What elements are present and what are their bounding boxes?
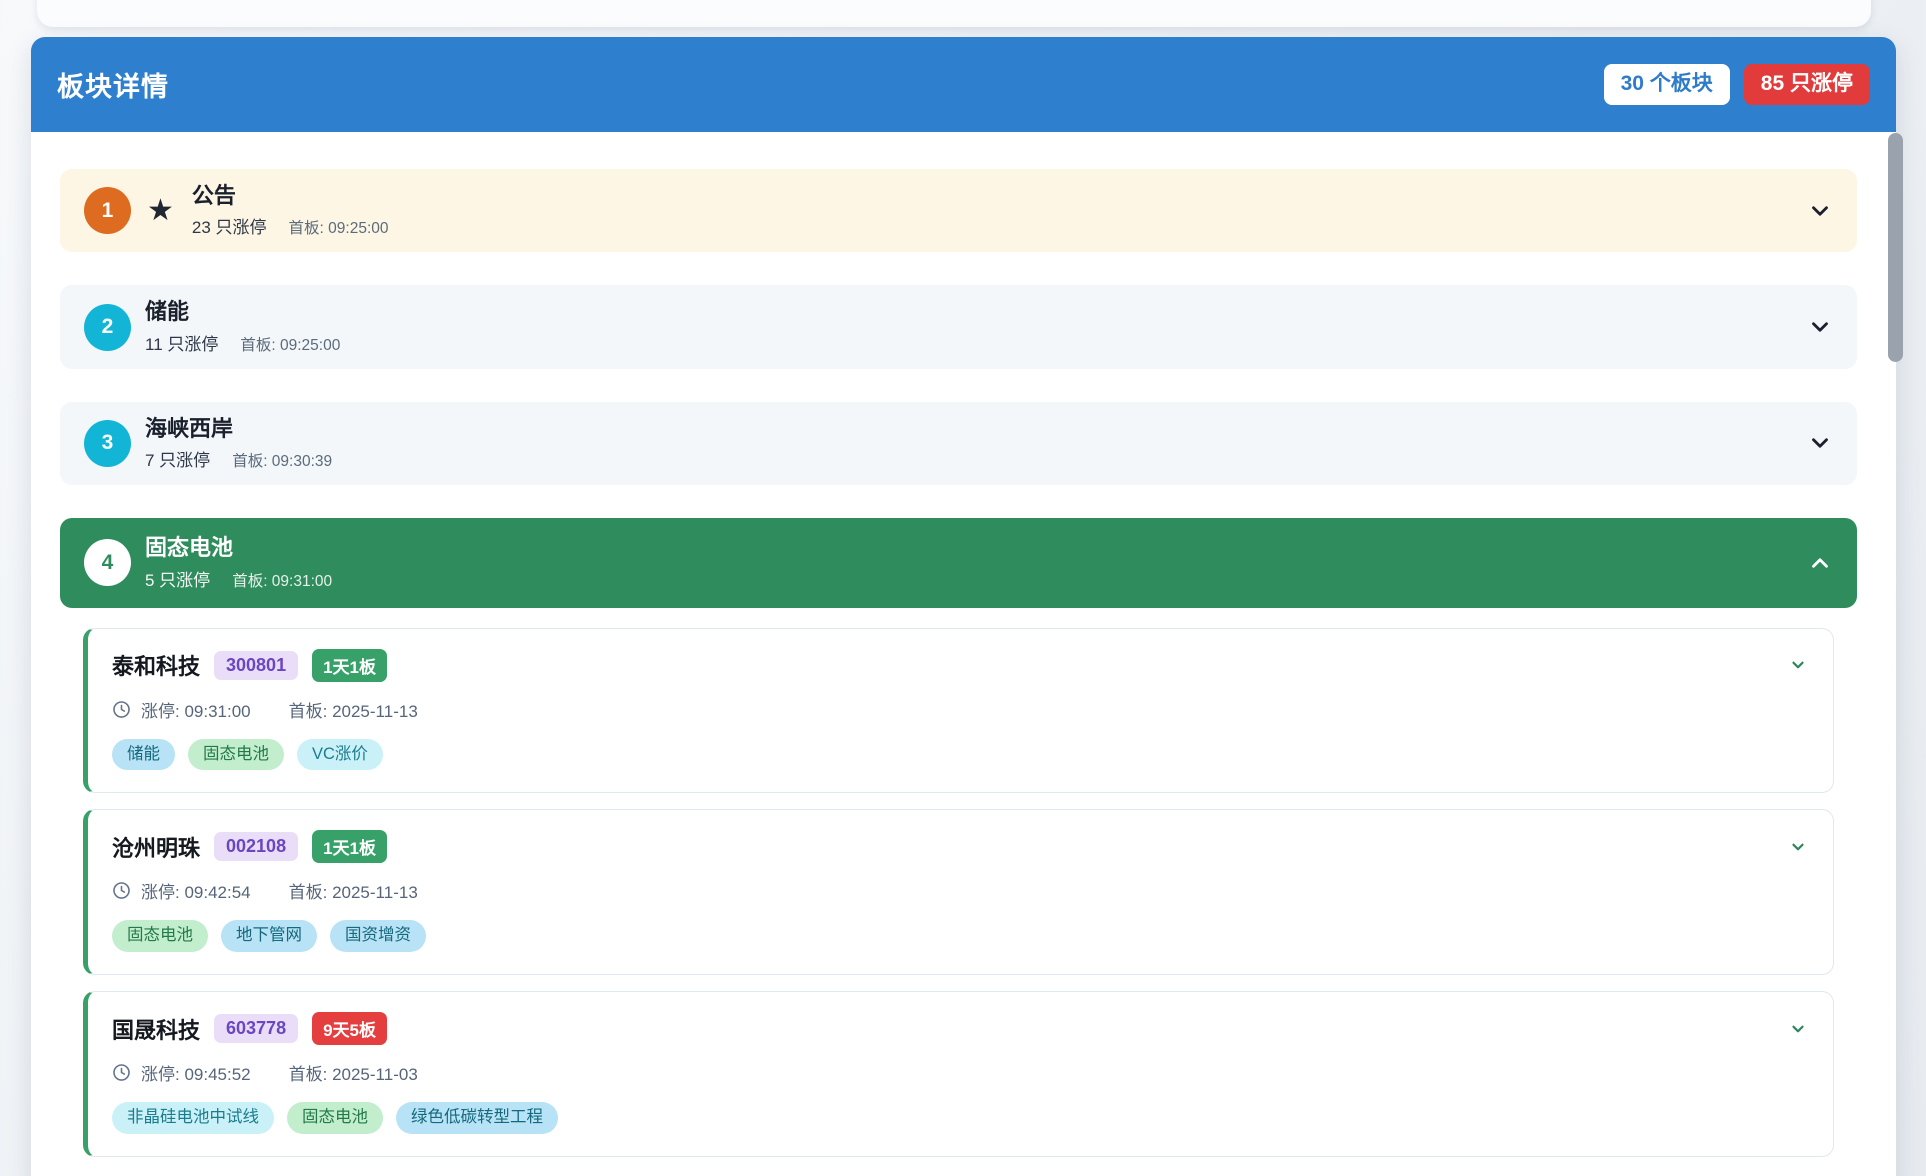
tag-row: 非晶硅电池中试线 固态电池 绿色低碳转型工程 <box>112 1102 1807 1134</box>
sector-first-time: 首板: 09:31:00 <box>232 569 332 591</box>
chevron-down-icon[interactable] <box>1789 656 1807 674</box>
sector-limit-up-count: 5 只涨停 <box>145 566 210 591</box>
first-board-date: 首板: 2025-11-13 <box>289 878 418 903</box>
stock-meta-row: 涨停: 09:42:54 首板: 2025-11-13 <box>112 878 1807 903</box>
concept-tag: 绿色低碳转型工程 <box>396 1102 558 1134</box>
sector-count-badge: 30 个板块 <box>1604 64 1730 104</box>
first-board-date: 首板: 2025-11-13 <box>289 697 418 722</box>
panel-header: 板块详情 30 个板块 85 只涨停 <box>31 37 1896 132</box>
sector-row-haixiaxian[interactable]: 3 海峡西岸 7 只涨停 首板: 09:30:39 <box>60 402 1857 485</box>
stock-card-guoshengkeji[interactable]: 国晟科技 603778 9天5板 涨停: 09:45:52 首板: 2025-1… <box>83 991 1834 1157</box>
sector-limit-up-count: 11 只涨停 <box>145 330 218 355</box>
star-icon: ★ <box>147 196 174 226</box>
stock-title-row: 国晟科技 603778 9天5板 <box>112 1012 1807 1045</box>
concept-tag: 地下管网 <box>221 920 317 952</box>
panel-body: 1 ★ 公告 23 只涨停 首板: 09:25:00 2 储能 11 只涨停 首… <box>31 132 1896 1176</box>
concept-tag: 储能 <box>112 739 175 771</box>
chevron-down-icon[interactable] <box>1807 198 1833 224</box>
clock-icon <box>112 700 131 719</box>
rank-badge: 4 <box>84 539 131 586</box>
chevron-up-icon[interactable] <box>1807 550 1833 576</box>
limit-up-count-badge: 85 只涨停 <box>1744 64 1870 104</box>
sector-name: 海峡西岸 <box>145 416 332 442</box>
sector-first-time: 首板: 09:25:00 <box>240 333 340 355</box>
sector-limit-up-count: 7 只涨停 <box>145 446 210 471</box>
first-board-date: 首板: 2025-11-03 <box>289 1060 418 1085</box>
tag-row: 储能 固态电池 VC涨价 <box>112 739 1807 771</box>
stock-card-taihekeji[interactable]: 泰和科技 300801 1天1板 涨停: 09:31:00 首板: 2025-1… <box>83 628 1834 794</box>
stock-code-badge: 603778 <box>214 1014 298 1043</box>
concept-tag: 固态电池 <box>188 739 284 771</box>
chevron-down-icon[interactable] <box>1807 430 1833 456</box>
sector-limit-up-count: 23 只涨停 <box>192 213 267 238</box>
sector-name: 储能 <box>145 299 340 325</box>
streak-badge: 1天1板 <box>312 830 387 863</box>
sector-name: 固态电池 <box>145 535 332 561</box>
sector-first-time: 首板: 09:30:39 <box>232 449 332 471</box>
scrollbar-thumb[interactable] <box>1888 133 1903 362</box>
sector-subtitle: 5 只涨停 首板: 09:31:00 <box>145 566 332 591</box>
stock-name: 泰和科技 <box>112 649 200 681</box>
chevron-down-icon[interactable] <box>1789 838 1807 856</box>
concept-tag: 固态电池 <box>287 1102 383 1134</box>
sector-text: 公告 23 只涨停 首板: 09:25:00 <box>192 183 389 238</box>
sector-name: 公告 <box>192 183 389 209</box>
rank-badge: 2 <box>84 304 131 351</box>
sector-row-gonggao[interactable]: 1 ★ 公告 23 只涨停 首板: 09:25:00 <box>60 169 1857 252</box>
streak-badge: 9天5板 <box>312 1012 387 1045</box>
sector-text: 储能 11 只涨停 首板: 09:25:00 <box>145 299 340 354</box>
concept-tag: 固态电池 <box>112 920 208 952</box>
sector-row-chuneng[interactable]: 2 储能 11 只涨停 首板: 09:25:00 <box>60 285 1857 368</box>
sector-subtitle: 11 只涨停 首板: 09:25:00 <box>145 330 340 355</box>
page-title: 板块详情 <box>57 65 169 104</box>
limit-up-time: 涨停: 09:45:52 <box>141 1060 251 1085</box>
concept-tag: 非晶硅电池中试线 <box>112 1102 274 1134</box>
clock-icon <box>112 1063 131 1082</box>
clock-icon <box>112 881 131 900</box>
stock-name: 沧州明珠 <box>112 831 200 863</box>
previous-card-edge <box>37 0 1871 27</box>
stock-title-row: 泰和科技 300801 1天1板 <box>112 649 1807 682</box>
sector-row-gutaidianchi[interactable]: 4 固态电池 5 只涨停 首板: 09:31:00 <box>60 518 1857 607</box>
stock-title-row: 沧州明珠 002108 1天1板 <box>112 830 1807 863</box>
tag-row: 固态电池 地下管网 国资增资 <box>112 920 1807 952</box>
concept-tag: 国资增资 <box>330 920 426 952</box>
stock-meta-row: 涨停: 09:45:52 首板: 2025-11-03 <box>112 1060 1807 1085</box>
chevron-down-icon[interactable] <box>1807 314 1833 340</box>
rank-badge: 1 <box>84 187 131 234</box>
stock-meta-row: 涨停: 09:31:00 首板: 2025-11-13 <box>112 697 1807 722</box>
stock-code-badge: 300801 <box>214 651 298 680</box>
streak-badge: 1天1板 <box>312 649 387 682</box>
sector-text: 固态电池 5 只涨停 首板: 09:31:00 <box>145 535 332 590</box>
header-badges: 30 个板块 85 只涨停 <box>1604 64 1870 104</box>
sector-text: 海峡西岸 7 只涨停 首板: 09:30:39 <box>145 416 332 471</box>
chevron-down-icon[interactable] <box>1789 1020 1807 1038</box>
stock-code-badge: 002108 <box>214 832 298 861</box>
limit-up-time: 涨停: 09:31:00 <box>141 697 251 722</box>
stock-card-cangzhoumingzhu[interactable]: 沧州明珠 002108 1天1板 涨停: 09:42:54 首板: 2025-1… <box>83 809 1834 975</box>
sector-subtitle: 7 只涨停 首板: 09:30:39 <box>145 446 332 471</box>
sector-subtitle: 23 只涨停 首板: 09:25:00 <box>192 213 389 238</box>
concept-tag: VC涨价 <box>297 739 383 771</box>
rank-badge: 3 <box>84 420 131 467</box>
limit-up-time: 涨停: 09:42:54 <box>141 878 251 903</box>
stock-name: 国晟科技 <box>112 1013 200 1045</box>
sector-detail-panel: 板块详情 30 个板块 85 只涨停 1 ★ 公告 23 只涨停 首板: 09:… <box>31 37 1896 1176</box>
sector-first-time: 首板: 09:25:00 <box>289 216 389 238</box>
